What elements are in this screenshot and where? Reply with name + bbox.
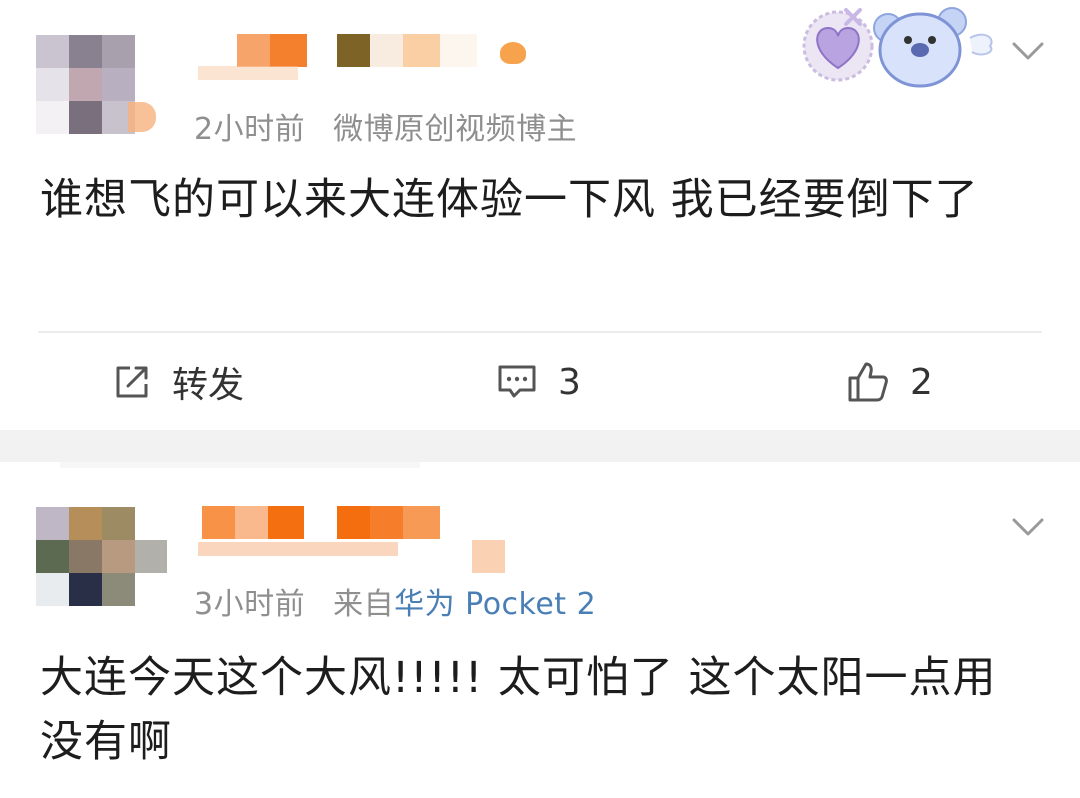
sticker-koala-icon xyxy=(873,7,993,88)
post-text: 谁想飞的可以来大连体验一下风 我已经要倒下了 xyxy=(40,175,979,225)
post-time: 3小时前 xyxy=(194,587,306,622)
like-icon xyxy=(848,362,888,402)
avatar-edge xyxy=(135,540,167,573)
repost-icon xyxy=(116,366,148,398)
avatar[interactable] xyxy=(36,35,135,134)
avatar[interactable] xyxy=(36,507,135,606)
like-button[interactable]: 2 xyxy=(846,358,933,406)
chevron-down-icon[interactable] xyxy=(1008,32,1048,72)
faded-strip xyxy=(60,462,420,468)
post-meta: 3小时前 来自华为 Pocket 2 xyxy=(194,579,596,623)
post-separator xyxy=(0,430,1080,462)
username-pixelated-2[interactable] xyxy=(337,34,477,67)
repost-button[interactable]: 转发 xyxy=(112,358,244,406)
divider xyxy=(38,331,1042,333)
post-time: 2小时前 xyxy=(194,112,306,147)
username-pixelated[interactable] xyxy=(202,506,304,539)
post-text: 大连今天这个大风!!!!! 太可怕了 这个太阳一点用没有啊 xyxy=(40,653,997,767)
chevron-down-icon[interactable] xyxy=(1008,508,1048,548)
comment-button[interactable]: 3 xyxy=(496,358,581,406)
weibo-post-2: 3小时前 来自华为 Pocket 2 大连今天这个大风!!!!! 太可怕了 这个… xyxy=(0,462,1080,798)
username-pixelated-3[interactable] xyxy=(472,540,505,573)
comment-icon xyxy=(498,365,536,398)
like-count: 2 xyxy=(910,361,933,403)
post-source: 微博原创视频博主 xyxy=(333,112,578,147)
username-pixelated-2[interactable] xyxy=(337,506,440,539)
badge-icon xyxy=(500,42,526,64)
username-faded xyxy=(198,66,298,80)
avatar-badge xyxy=(128,102,156,132)
comment-count: 3 xyxy=(558,361,581,403)
weibo-post-1: 2小时前 微博原创视频博主 谁想飞的可以来大连体验一下风 我已经要倒下了 转发 xyxy=(0,0,1080,430)
post-meta: 2小时前 微博原创视频博主 xyxy=(194,104,577,148)
repost-label: 转发 xyxy=(172,365,245,406)
username-faded xyxy=(198,542,398,556)
post-source-prefix: 来自 xyxy=(333,587,395,622)
username-pixelated[interactable] xyxy=(237,34,307,67)
post-device-link[interactable]: 华为 Pocket 2 xyxy=(394,587,596,622)
